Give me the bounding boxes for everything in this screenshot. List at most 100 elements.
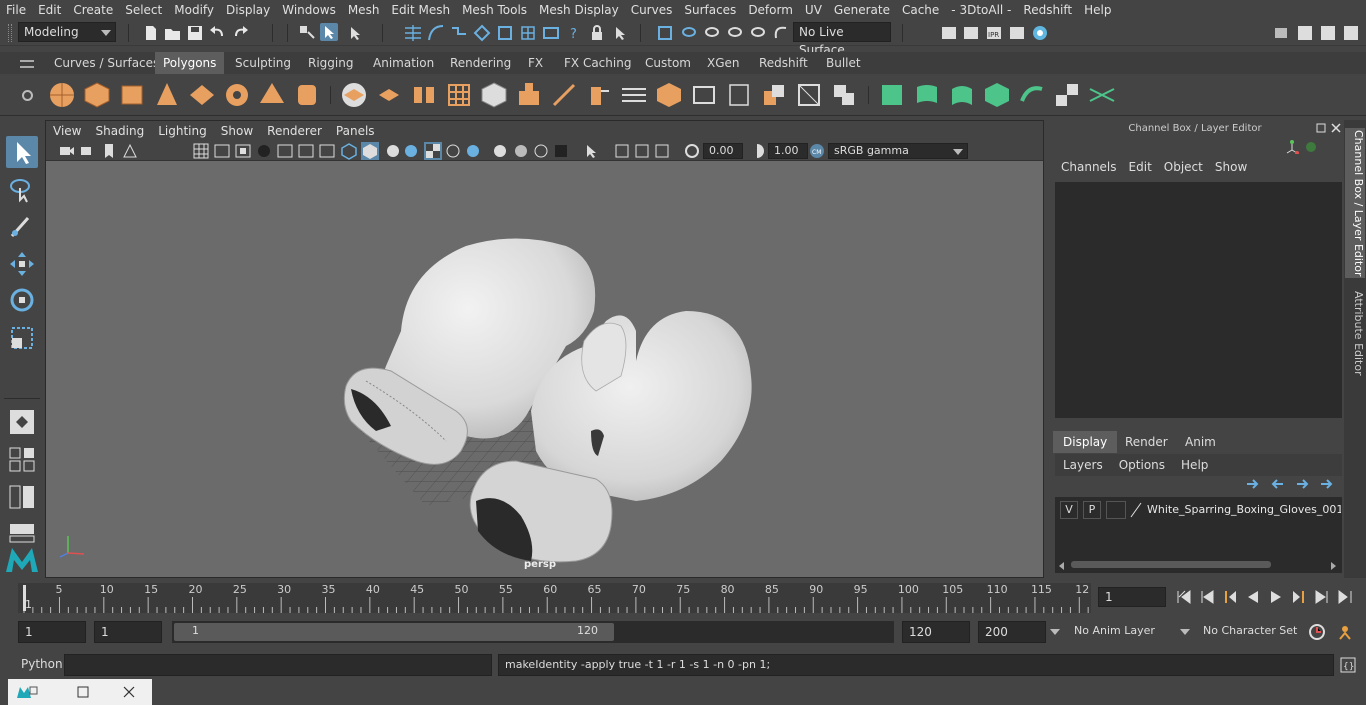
- animation-start-field[interactable]: 1: [18, 621, 86, 643]
- target-weld-icon[interactable]: [795, 81, 823, 109]
- edit-menu[interactable]: Edit: [1123, 160, 1158, 180]
- lasso4-icon[interactable]: [749, 24, 767, 42]
- snap-live-icon[interactable]: [496, 24, 514, 42]
- axis-display-icon[interactable]: [1285, 140, 1299, 154]
- command-input[interactable]: [64, 654, 492, 676]
- step-back-frame-icon[interactable]: [1222, 589, 1238, 605]
- snap-grid-icon[interactable]: [404, 24, 422, 42]
- camera-icon[interactable]: [58, 142, 76, 160]
- bookmark-icon[interactable]: [100, 142, 118, 160]
- help-menu[interactable]: Help: [1173, 458, 1216, 472]
- scroll-left-icon[interactable]: [1059, 562, 1064, 570]
- camera-attr-icon[interactable]: [79, 142, 97, 160]
- wireframe-icon[interactable]: [340, 142, 358, 160]
- menu-3dtoall[interactable]: - 3DtoAll -: [945, 0, 1017, 20]
- grid-toggle-icon[interactable]: [192, 142, 210, 160]
- menu-edit-mesh[interactable]: Edit Mesh: [385, 0, 456, 20]
- gate-mask-icon[interactable]: [255, 142, 273, 160]
- exposure-icon[interactable]: [683, 142, 701, 160]
- history-magnet-icon[interactable]: [656, 24, 674, 42]
- step-forward-key-icon[interactable]: [1314, 589, 1330, 605]
- playback-end-field[interactable]: 120: [902, 621, 970, 643]
- channel-list-area[interactable]: [1055, 182, 1342, 418]
- exposure-field[interactable]: 0.00: [703, 143, 743, 159]
- move-layer-down-icon[interactable]: [1269, 477, 1285, 491]
- go-to-start-icon[interactable]: [1176, 589, 1192, 605]
- uv-checker-icon[interactable]: [1053, 81, 1081, 109]
- script-editor-icon[interactable]: {}: [1339, 656, 1357, 674]
- tab-polygons[interactable]: Polygons: [155, 52, 225, 74]
- xray-joints-icon[interactable]: [444, 142, 462, 160]
- tab-curves-surfaces[interactable]: Curves / Surfaces: [46, 52, 167, 74]
- lock-icon[interactable]: [588, 24, 606, 42]
- paint-select-tool[interactable]: [6, 210, 38, 242]
- lasso3-icon[interactable]: [726, 24, 744, 42]
- gamma-icon[interactable]: [748, 142, 766, 160]
- tab-custom[interactable]: Custom: [637, 52, 699, 74]
- antialiasing-icon[interactable]: [532, 142, 550, 160]
- menu-mesh-tools[interactable]: Mesh Tools: [456, 0, 533, 20]
- tab-render[interactable]: Render: [1115, 431, 1178, 453]
- options-menu[interactable]: Options: [1111, 458, 1173, 472]
- step-forward-frame-icon[interactable]: [1291, 589, 1307, 605]
- select-tool[interactable]: [6, 136, 38, 168]
- tab-anim[interactable]: Anim: [1175, 431, 1226, 453]
- time-slider-bar[interactable]: 5 10 15 20 25 30 35 40 45 50 55 60 65 70 75 80 85 90 95 100…: [18, 583, 1091, 613]
- animation-end-field[interactable]: 200: [978, 621, 1046, 643]
- depth-of-field-icon[interactable]: [552, 142, 570, 160]
- menu-mesh[interactable]: Mesh: [342, 0, 386, 20]
- toggle-panel3-icon[interactable]: [1342, 24, 1360, 42]
- menu-curves[interactable]: Curves: [625, 0, 679, 20]
- gamma-field[interactable]: 1.00: [768, 143, 808, 159]
- panel-icon[interactable]: [653, 142, 671, 160]
- bevel-icon[interactable]: [480, 81, 508, 109]
- tab-redshift[interactable]: Redshift: [751, 52, 816, 74]
- playback-start-field[interactable]: 1: [94, 621, 162, 643]
- poly-pipe-icon[interactable]: [293, 81, 321, 109]
- menu-select[interactable]: Select: [119, 0, 168, 20]
- viewport-menu-show[interactable]: Show: [214, 124, 260, 138]
- poly-sphere-icon[interactable]: [48, 81, 76, 109]
- undo-icon[interactable]: [208, 24, 226, 42]
- color-management-icon[interactable]: CM: [808, 142, 826, 160]
- layer-color-icon[interactable]: [1129, 501, 1143, 519]
- tab-rigging[interactable]: Rigging: [300, 52, 361, 74]
- lasso-icon[interactable]: [680, 24, 698, 42]
- lights-icon[interactable]: [402, 142, 420, 160]
- menu-help[interactable]: Help: [1078, 0, 1117, 20]
- tab-attribute-editor[interactable]: Attribute Editor: [1345, 288, 1365, 378]
- range-slider-handle[interactable]: [174, 623, 614, 641]
- move-layer-up-icon[interactable]: [1245, 477, 1261, 491]
- smooth-icon[interactable]: [445, 81, 473, 109]
- lasso-tool[interactable]: [6, 174, 38, 206]
- object-menu[interactable]: Object: [1158, 160, 1209, 180]
- ambient-occlusion-icon[interactable]: [491, 142, 509, 160]
- combine-icon[interactable]: [340, 81, 368, 109]
- tab-xgen[interactable]: XGen: [699, 52, 748, 74]
- uv-planar-icon[interactable]: [878, 81, 906, 109]
- safe-title-icon[interactable]: [318, 142, 336, 160]
- render-view-icon[interactable]: [940, 24, 958, 42]
- scrollbar-thumb[interactable]: [1071, 561, 1271, 568]
- poly-cube-icon[interactable]: [83, 81, 111, 109]
- shelf-menu-icon[interactable]: [20, 60, 34, 68]
- close-icon[interactable]: [122, 685, 136, 699]
- menu-create[interactable]: Create: [67, 0, 119, 20]
- film-gate-icon[interactable]: [213, 142, 231, 160]
- play-backwards-icon[interactable]: [1245, 589, 1261, 605]
- command-language-label[interactable]: Python: [21, 657, 63, 671]
- lasso5-icon[interactable]: [772, 24, 790, 42]
- viewport-menu-renderer[interactable]: Renderer: [260, 124, 329, 138]
- tab-sculpting[interactable]: Sculpting: [227, 52, 299, 74]
- boolean-icon[interactable]: [830, 81, 858, 109]
- anim-layer-dropdown[interactable]: No Anim Layer: [1050, 621, 1170, 643]
- toggle-panel2-icon[interactable]: [1319, 24, 1337, 42]
- snap-grid2-icon[interactable]: [519, 24, 537, 42]
- float-panel-icon[interactable]: [1315, 122, 1327, 134]
- ipr-render-icon[interactable]: IPR: [985, 24, 1003, 42]
- extrude-icon[interactable]: [515, 81, 543, 109]
- tab-display[interactable]: Display: [1053, 431, 1118, 453]
- viewport-3d-canvas[interactable]: persp: [46, 161, 1043, 577]
- tab-fx[interactable]: FX: [520, 52, 551, 74]
- menu-cache[interactable]: Cache: [896, 0, 945, 20]
